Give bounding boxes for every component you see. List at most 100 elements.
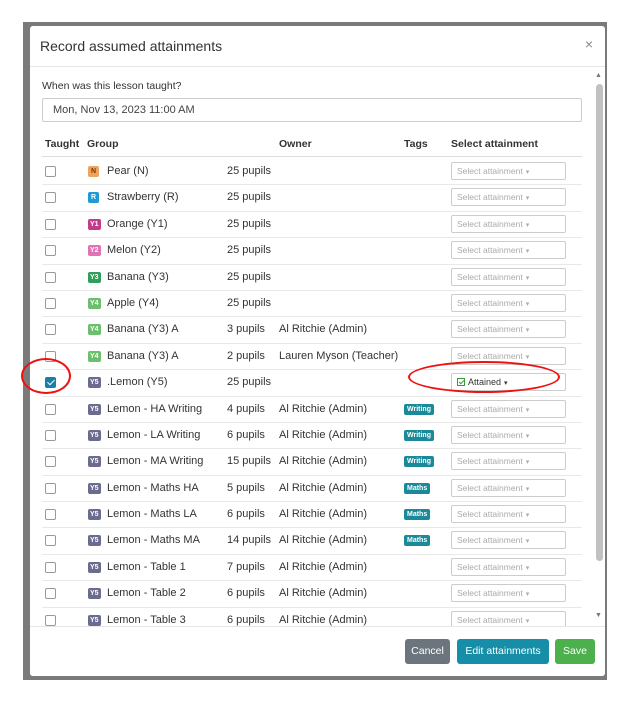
taught-checkbox[interactable]: [45, 509, 56, 521]
taught-checkbox[interactable]: [45, 561, 56, 573]
table-row: Y5 Lemon - Maths MA 14 pupils Al Ritchie (A…: [42, 528, 582, 555]
table-row: Y5 Lemon - Table 2 6 pupils Al Ritchie (Adm…: [42, 581, 582, 608]
caret-down-icon: ▾: [525, 617, 530, 625]
pupil-count: 4 pupils: [227, 402, 265, 415]
attainment-select[interactable]: Select attainment ▾: [451, 425, 566, 444]
pupil-count: 7 pupils: [227, 560, 265, 573]
caret-down-icon: ▾: [525, 564, 530, 572]
edit-attainments-button[interactable]: Edit attainments: [457, 639, 549, 664]
attainment-select[interactable]: Select attainment ▾: [451, 320, 566, 339]
taught-checkbox[interactable]: [45, 377, 56, 389]
year-badge: Y4: [88, 297, 101, 309]
attainment-select[interactable]: Select attainment ▾: [451, 531, 566, 550]
scroll-up-icon[interactable]: ▲: [595, 72, 602, 79]
taught-checkbox[interactable]: [45, 429, 56, 441]
taught-checkbox[interactable]: [45, 324, 56, 336]
attainment-select[interactable]: Select attainment ▾: [451, 399, 566, 418]
attainment-select[interactable]: Select attainment ▾: [451, 293, 566, 312]
year-badge: R: [88, 192, 99, 204]
scroll-down-icon[interactable]: ▼: [595, 612, 602, 619]
attainment-placeholder: Select attainment: [457, 614, 523, 625]
attainment-placeholder: Select attainment: [457, 218, 523, 229]
table-row: Y5 .Lemon (Y5) 25 pupils Attained ▾: [42, 370, 582, 397]
header-group: Group: [87, 138, 119, 150]
group-name: Lemon - LA Writing: [107, 428, 201, 441]
pupil-count: 25 pupils: [227, 376, 272, 389]
taught-checkbox[interactable]: [45, 482, 56, 494]
taught-checkbox[interactable]: [45, 297, 56, 309]
caret-down-icon: ▾: [525, 300, 530, 308]
group-owner: Al Ritchie (Admin): [279, 587, 368, 600]
pupil-count: 25 pupils: [227, 296, 272, 309]
tag-badge: Maths: [404, 535, 431, 547]
attainment-select[interactable]: Select attainment ▾: [451, 214, 566, 233]
group-name: Lemon - HA Writing: [107, 402, 203, 415]
table-row: R Strawberry (R) 25 pupils Select attainmen…: [42, 185, 582, 212]
attainment-select[interactable]: Select attainment ▾: [451, 241, 566, 260]
attainment-placeholder: Select attainment: [457, 271, 523, 282]
caret-down-icon: ▾: [504, 380, 508, 388]
attainment-select[interactable]: Select attainment ▾: [451, 162, 566, 180]
pupil-count: 25 pupils: [227, 244, 272, 257]
table-row: Y4 Apple (Y4) 25 pupils Select attainment ▾: [42, 291, 582, 318]
pupil-count: 25 pupils: [227, 165, 272, 177]
year-badge: Y5: [88, 456, 101, 468]
year-badge: Y3: [88, 271, 101, 283]
group-owner: Lauren Myson (Teacher): [279, 349, 399, 362]
group-name: Lemon - Maths HA: [107, 481, 199, 494]
attainment-placeholder: Select attainment: [457, 509, 523, 520]
attainment-select[interactable]: Attained ▾: [451, 373, 566, 392]
caret-down-icon: ▾: [525, 485, 530, 493]
cancel-button[interactable]: Cancel: [405, 639, 450, 664]
taught-checkbox[interactable]: [45, 535, 56, 547]
pupil-count: 6 pupils: [227, 613, 265, 626]
save-button[interactable]: Save: [555, 639, 595, 664]
attainment-select[interactable]: Select attainment ▾: [451, 346, 566, 365]
taught-checkbox[interactable]: [45, 403, 56, 415]
group-owner: Al Ritchie (Admin): [279, 534, 368, 547]
caret-down-icon: ▾: [525, 274, 530, 282]
caret-down-icon: ▾: [525, 195, 530, 203]
taught-checkbox[interactable]: [45, 192, 56, 204]
pupil-count: 15 pupils: [227, 455, 272, 468]
attainment-select[interactable]: Select attainment ▾: [451, 188, 566, 207]
tag-badge: Writing: [404, 429, 434, 441]
lesson-date-input[interactable]: [42, 98, 582, 122]
table-row: Y5 Lemon - MA Writing 15 pupils Al Ritchie …: [42, 449, 582, 476]
attainment-select[interactable]: Select attainment ▾: [451, 452, 566, 471]
attainment-select[interactable]: Select attainment ▾: [451, 505, 566, 524]
taught-checkbox[interactable]: [45, 614, 56, 626]
tag-badge: Writing: [404, 456, 434, 468]
group-owner: Al Ritchie (Admin): [279, 455, 368, 468]
taught-checkbox[interactable]: [45, 271, 56, 283]
year-badge: Y4: [88, 324, 101, 336]
attainment-select[interactable]: Select attainment ▾: [451, 557, 566, 576]
pupil-count: 25 pupils: [227, 191, 272, 204]
table-row: Y5 Lemon - Maths HA 5 pupils Al Ritchie (Ad…: [42, 476, 582, 503]
caret-down-icon: ▾: [525, 327, 530, 335]
close-icon[interactable]: ×: [585, 36, 593, 52]
taught-checkbox[interactable]: [45, 166, 56, 177]
taught-checkbox[interactable]: [45, 456, 56, 468]
attainment-placeholder: Select attainment: [457, 297, 523, 308]
taught-checkbox[interactable]: [45, 245, 56, 257]
table-row: Y5 Lemon - HA Writing 4 pupils Al Ritchie (…: [42, 397, 582, 423]
attainment-placeholder: Select attainment: [457, 588, 523, 599]
taught-checkbox[interactable]: [45, 218, 56, 230]
group-name: Lemon - Maths LA: [107, 508, 197, 521]
attainment-select[interactable]: Select attainment ▾: [451, 478, 566, 497]
taught-checkbox[interactable]: [45, 588, 56, 600]
year-badge: Y1: [88, 218, 101, 230]
attainment-placeholder: Select attainment: [457, 403, 523, 414]
pupil-count: 5 pupils: [227, 481, 265, 494]
attainment-placeholder: Select attainment: [457, 324, 523, 335]
group-name: Lemon - Table 2: [107, 587, 186, 600]
caret-down-icon: ▾: [525, 248, 530, 256]
pupil-count: 2 pupils: [227, 349, 265, 362]
scrollbar-thumb[interactable]: [596, 84, 603, 561]
attainment-select[interactable]: Select attainment ▾: [451, 267, 566, 286]
group-name: Lemon - Maths MA: [107, 534, 200, 547]
taught-checkbox[interactable]: [45, 350, 56, 362]
group-name: Melon (Y2): [107, 244, 161, 257]
attainment-select[interactable]: Select attainment ▾: [451, 584, 566, 603]
